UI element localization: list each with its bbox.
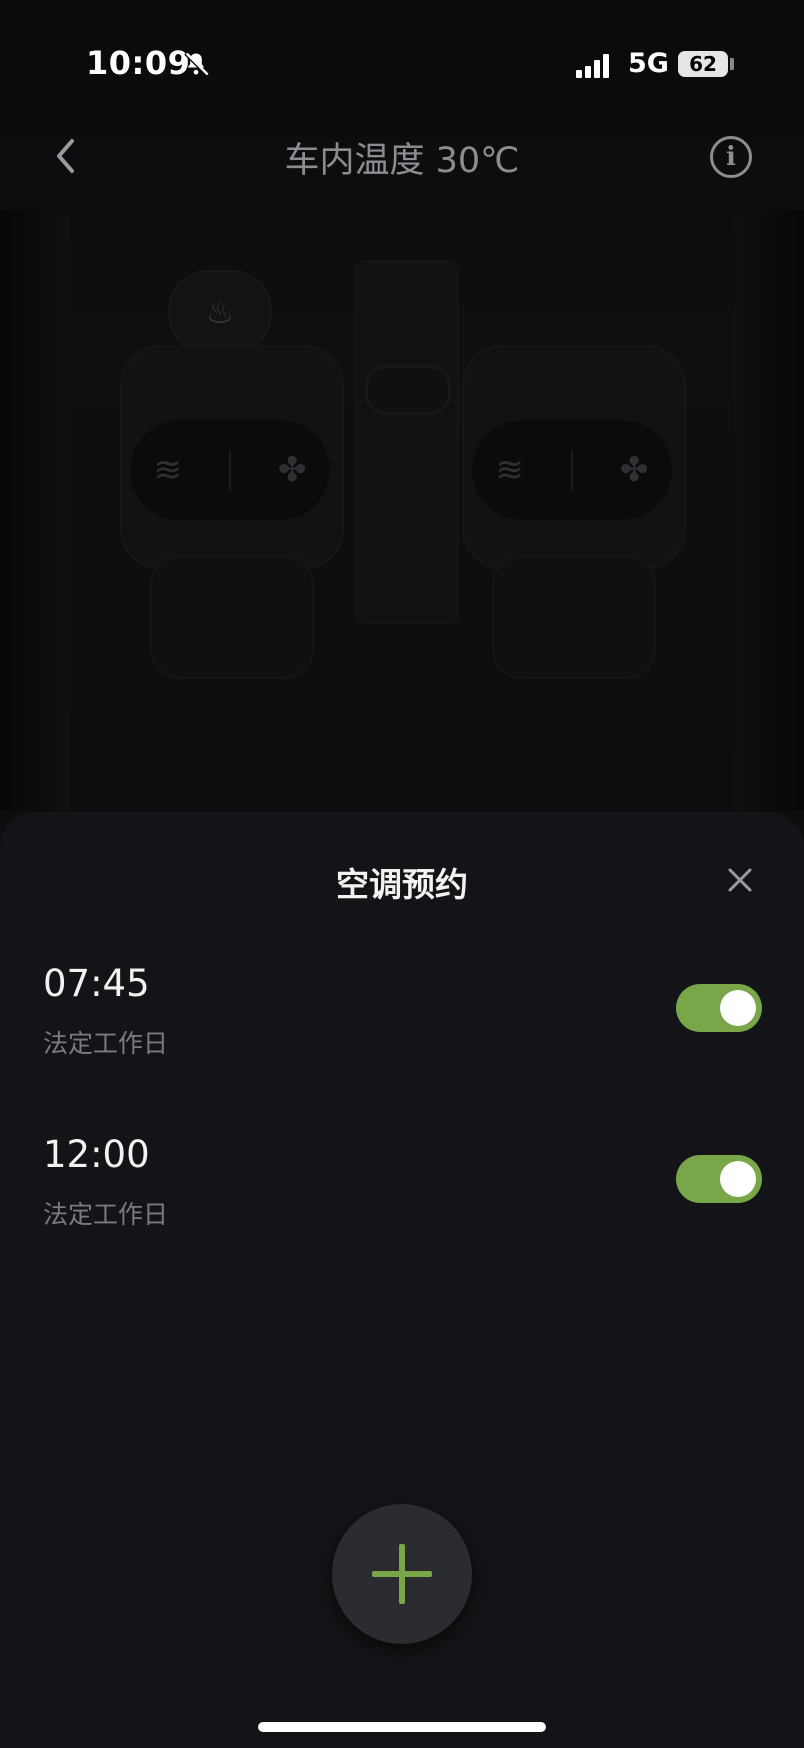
status-bar: 10:09 5G 62 <box>0 0 804 120</box>
bell-slash-icon <box>184 52 209 76</box>
sheet-title: 空调预约 <box>336 865 468 904</box>
network-type: 5G <box>628 48 669 79</box>
page-title: 车内温度 30℃ <box>284 141 520 181</box>
info-icon: i <box>726 142 736 172</box>
car-interior-scene: ♨ ≋ ✤ ≋ ✤ <box>0 0 804 820</box>
battery-icon: 62 <box>678 51 728 77</box>
signal-icon <box>576 54 609 78</box>
schedule-repeat: 法定工作日 <box>43 1029 169 1058</box>
close-icon <box>728 868 752 892</box>
home-indicator[interactable] <box>258 1722 546 1732</box>
schedule-toggle[interactable] <box>676 1155 762 1203</box>
schedule-item[interactable]: 07:45 法定工作日 <box>0 962 804 1102</box>
schedule-time: 12:00 <box>43 1133 150 1176</box>
info-button[interactable]: i <box>710 136 752 178</box>
battery-level: 62 <box>689 52 717 76</box>
schedule-item[interactable]: 12:00 法定工作日 <box>0 1133 804 1273</box>
schedule-toggle[interactable] <box>676 984 762 1032</box>
schedule-time: 07:45 <box>43 962 150 1005</box>
add-schedule-button[interactable] <box>332 1504 472 1644</box>
schedule-repeat: 法定工作日 <box>43 1200 169 1229</box>
status-time: 10:09 <box>86 44 191 82</box>
close-button[interactable] <box>722 862 758 898</box>
